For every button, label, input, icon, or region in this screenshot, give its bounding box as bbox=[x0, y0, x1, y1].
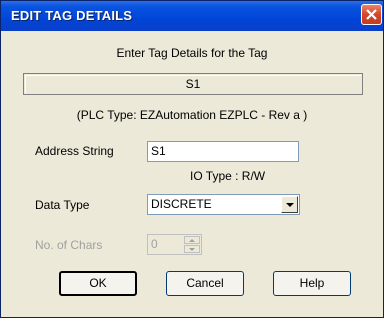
spin-up-icon[interactable] bbox=[184, 236, 200, 244]
chars-label: No. of Chars bbox=[35, 238, 103, 252]
window-title: EDIT TAG DETAILS bbox=[11, 8, 133, 23]
chars-stepper[interactable]: 0 bbox=[147, 234, 202, 255]
data-type-select[interactable]: DISCRETE bbox=[147, 194, 300, 215]
chevron-down-icon[interactable] bbox=[281, 196, 298, 213]
address-string-input[interactable]: S1 bbox=[147, 141, 299, 162]
io-type-label: IO Type : R/W bbox=[190, 169, 266, 183]
help-button[interactable]: Help bbox=[273, 271, 351, 296]
instruction-label: Enter Tag Details for the Tag bbox=[116, 46, 268, 60]
chars-value: 0 bbox=[151, 237, 158, 251]
title-bar[interactable]: EDIT TAG DETAILS bbox=[1, 1, 383, 31]
plc-type-label: (PLC Type: EZAutomation EZPLC - Rev a ) bbox=[76, 108, 308, 122]
address-string-label: Address String bbox=[35, 144, 114, 158]
close-icon bbox=[366, 9, 377, 20]
data-type-value: DISCRETE bbox=[151, 197, 212, 211]
tag-name-display: S1 bbox=[23, 73, 363, 95]
cancel-button[interactable]: Cancel bbox=[166, 271, 244, 296]
edit-tag-dialog: EDIT TAG DETAILS Enter Tag Details for t… bbox=[0, 0, 384, 318]
spin-down-icon[interactable] bbox=[184, 245, 200, 253]
data-type-label: Data Type bbox=[35, 198, 90, 212]
ok-button[interactable]: OK bbox=[59, 271, 137, 296]
address-string-value: S1 bbox=[151, 144, 166, 158]
close-button[interactable] bbox=[361, 4, 382, 25]
